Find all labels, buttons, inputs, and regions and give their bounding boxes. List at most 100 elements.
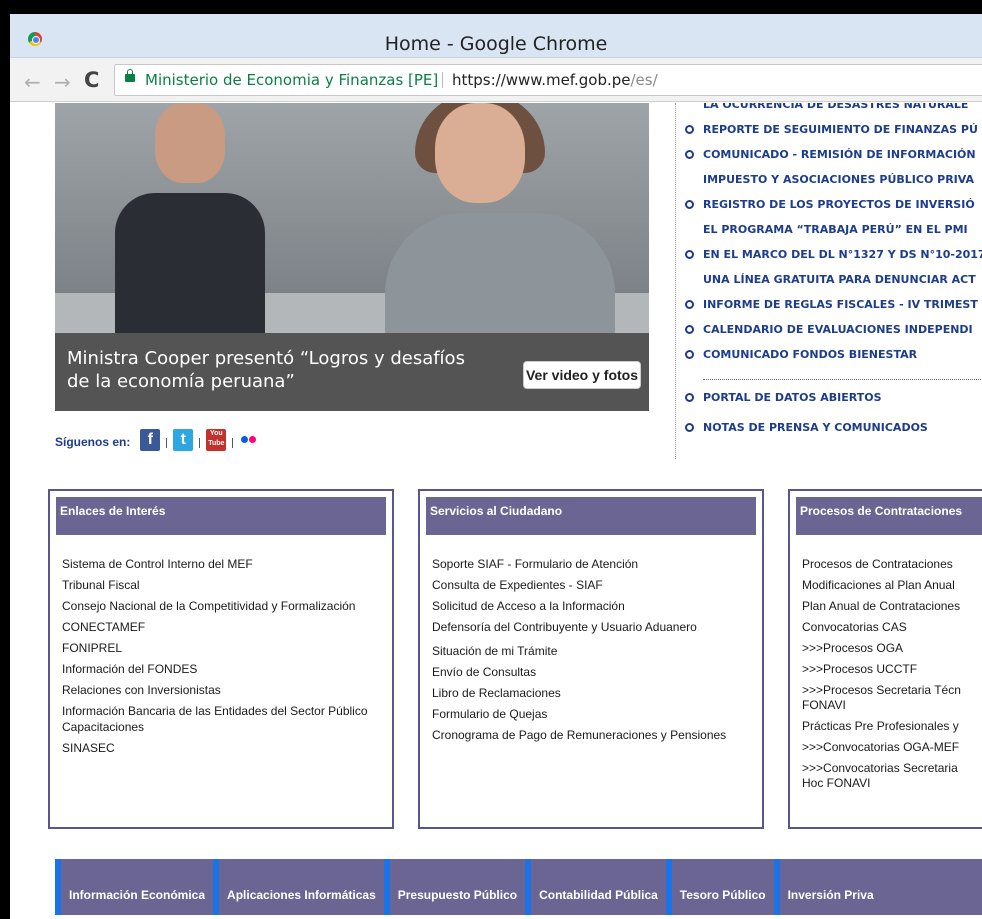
news-item-portal-datos[interactable]: PORTAL DE DATOS ABIERTOS <box>685 385 982 410</box>
bullet-icon <box>685 350 694 359</box>
link[interactable]: Soporte SIAF - Formulario de Atención <box>432 557 756 571</box>
link[interactable]: Prácticas Pre Profesionales y <box>802 719 982 733</box>
servicios-box-title: Servicios al Ciudadano <box>426 497 756 535</box>
nav-tab-tesoro-publico[interactable]: Tesoro Público <box>665 859 774 915</box>
procesos-box-title: Procesos de Contrataciones <box>796 497 982 535</box>
news-item-label: REGISTRO DE LOS PROYECTOS DE INVERSIÓ <box>703 198 975 211</box>
link[interactable]: Relaciones con Inversionistas <box>62 683 386 697</box>
facebook-icon[interactable]: f <box>140 429 161 451</box>
link[interactable]: Información del FONDES <box>62 662 386 676</box>
address-bar[interactable]: Ministerio de Economia y Finanzas [PE] h… <box>114 64 982 96</box>
link[interactable]: Procesos de Contrataciones <box>802 557 982 571</box>
ver-video-button[interactable]: Ver video y fotos <box>524 362 640 388</box>
nav-tab-contabilidad-publica[interactable]: Contabilidad Pública <box>525 859 666 915</box>
hero-caption-bar: Ministra Cooper presentó “Logros y desaf… <box>55 333 649 411</box>
link[interactable]: >>>Convocatorias OGA-MEF <box>802 740 982 754</box>
news-item-notas-prensa[interactable]: NOTAS DE PRENSA Y COMUNICADOS <box>685 415 982 440</box>
news-divider <box>675 103 676 459</box>
procesos-links: Procesos de Contrataciones Modificacione… <box>802 557 982 797</box>
page-content: Ministra Cooper presentó “Logros y desaf… <box>10 103 982 919</box>
link[interactable]: Formulario de Quejas <box>432 707 756 721</box>
news-item-continuation[interactable]: IMPUESTO Y ASOCIACIONES PÚBLICO PRIVA <box>685 167 982 192</box>
flickr-icon[interactable] <box>239 429 260 451</box>
link[interactable]: Sistema de Control Interno del MEF <box>62 557 386 571</box>
news-item-label: INFORME DE REGLAS FISCALES - IV TRIMEST <box>703 298 978 311</box>
link[interactable]: Libro de Reclamaciones <box>432 686 756 700</box>
back-arrow-icon[interactable]: ← <box>24 70 41 94</box>
news-item[interactable]: INFORME DE REGLAS FISCALES - IV TRIMEST <box>685 292 982 317</box>
news-item-label: EN EL MARCO DEL DL N°1327 Y DS N°10-2017 <box>703 248 982 261</box>
news-item[interactable]: REPORTE DE SEGUIMIENTO DE FINANZAS PÚ <box>685 117 982 142</box>
news-item[interactable]: COMUNICADO FONDOS BIENESTAR <box>685 342 982 367</box>
browser-window: Home - Google Chrome ← → C Ministerio de… <box>10 14 982 919</box>
news-item[interactable]: REGISTRO DE LOS PROYECTOS DE INVERSIÓ <box>685 192 982 217</box>
youtube-icon[interactable]: You Tube <box>206 429 227 451</box>
nav-tab-informacion-economica[interactable]: Información Económica <box>55 859 213 915</box>
link[interactable]: Cronograma de Pago de Remuneraciones y P… <box>432 728 756 742</box>
link[interactable]: CONECTAMEF <box>62 620 386 634</box>
url-text: https://www.mef.gob.pe/es/ <box>452 65 658 95</box>
news-item-label: COMUNICADO FONDOS BIENESTAR <box>703 348 918 361</box>
news-item-continuation[interactable]: EL PROGRAMA “TRABAJA PERÚ” EN EL PMI <box>685 217 982 242</box>
link[interactable]: Capacitaciones <box>62 720 386 734</box>
nav-tab-aplicaciones-informaticas[interactable]: Aplicaciones Informáticas <box>213 859 384 915</box>
social-bar: Síguenos en: f t You Tube <box>55 428 260 452</box>
link[interactable]: >>>Procesos OGA <box>802 641 982 655</box>
news-item-continuation[interactable]: UNA LÍNEA GRATUITA PARA DENUNCIAR ACT <box>685 267 982 292</box>
news-item-label: NOTAS DE PRENSA Y COMUNICADOS <box>703 421 928 434</box>
hero-photo-man <box>115 193 265 353</box>
bottom-nav: Información Económica Aplicaciones Infor… <box>55 859 982 915</box>
url-path: /es/ <box>630 71 658 89</box>
link[interactable]: Consejo Nacional de la Competitividad y … <box>62 599 386 613</box>
link[interactable]: Envío de Consultas <box>432 665 756 679</box>
title-bar: Home - Google Chrome <box>10 14 982 58</box>
news-item[interactable]: CALENDARIO DE EVALUACIONES INDEPENDI <box>685 317 982 342</box>
reload-icon[interactable]: C <box>84 68 99 92</box>
nav-tab-presupuesto-publico[interactable]: Presupuesto Público <box>383 859 525 915</box>
forward-arrow-icon[interactable]: → <box>54 70 71 94</box>
news-item-partial[interactable]: LA OCURRENCIA DE DESASTRES NATURALE <box>685 103 982 117</box>
link[interactable]: Modificaciones al Plan Anual <box>802 578 982 592</box>
link[interactable]: Situación de mi Trámite <box>432 644 756 658</box>
nav-tab-inversion-privada[interactable]: Inversión Priva <box>773 859 882 915</box>
enlaces-links: Sistema de Control Interno del MEF Tribu… <box>62 557 386 762</box>
link[interactable]: Consulta de Expedientes - SIAF <box>432 578 756 592</box>
link[interactable]: Defensoría del Contribuyente y Usuario A… <box>432 620 756 634</box>
browser-toolbar: ← → C Ministerio de Economia y Finanzas … <box>10 58 982 102</box>
servicios-links: Soporte SIAF - Formulario de Atención Co… <box>432 557 756 749</box>
hero-caption[interactable]: Ministra Cooper presentó “Logros y desaf… <box>67 347 487 393</box>
link[interactable]: >>>Procesos UCCTF <box>802 662 982 676</box>
news-list: LA OCURRENCIA DE DESASTRES NATURALE REPO… <box>685 103 982 440</box>
hero-photo-man-head <box>155 103 225 183</box>
hero-photo-woman-head <box>435 103 525 203</box>
link[interactable]: Plan Anual de Contrataciones <box>802 599 982 613</box>
link[interactable]: FONIPREL <box>62 641 386 655</box>
bullet-icon <box>685 125 694 134</box>
link[interactable]: Tribunal Fiscal <box>62 578 386 592</box>
news-item[interactable]: EN EL MARCO DEL DL N°1327 Y DS N°10-2017 <box>685 242 982 267</box>
link[interactable]: SINASEC <box>62 741 386 755</box>
bullet-icon <box>685 150 694 159</box>
link[interactable]: >>>Procesos Secretaria Técn <box>802 683 982 697</box>
url-separator <box>442 72 443 88</box>
url-host: https://www.mef.gob.pe <box>452 71 631 89</box>
window-title: Home - Google Chrome <box>384 33 608 55</box>
link[interactable]: >>>Convocatorias Secretaria <box>802 761 982 775</box>
news-item-label: CALENDARIO DE EVALUACIONES INDEPENDI <box>703 323 973 336</box>
link[interactable]: Convocatorias CAS <box>802 620 982 634</box>
link[interactable]: Información Bancaria de las Entidades de… <box>62 704 386 718</box>
link[interactable]: FONAVI <box>802 698 982 712</box>
link[interactable]: Solicitud de Acceso a la Información <box>432 599 756 613</box>
bullet-icon <box>685 300 694 309</box>
social-separator <box>166 438 168 448</box>
bullet-icon <box>685 393 694 402</box>
enlaces-box-title: Enlaces de Interés <box>56 497 386 535</box>
procesos-box: Procesos de Contrataciones Procesos de C… <box>788 489 982 829</box>
twitter-icon[interactable]: t <box>173 429 194 451</box>
hero-banner[interactable]: Ministra Cooper presentó “Logros y desaf… <box>55 103 649 411</box>
news-item[interactable]: COMUNICADO - REMISIÓN DE INFORMACIÓN <box>685 142 982 167</box>
lock-icon <box>125 69 135 82</box>
news-item-label: PORTAL DE DATOS ABIERTOS <box>703 391 882 404</box>
news-item-label: REPORTE DE SEGUIMIENTO DE FINANZAS PÚ <box>703 123 978 136</box>
link[interactable]: Hoc FONAVI <box>802 776 982 790</box>
